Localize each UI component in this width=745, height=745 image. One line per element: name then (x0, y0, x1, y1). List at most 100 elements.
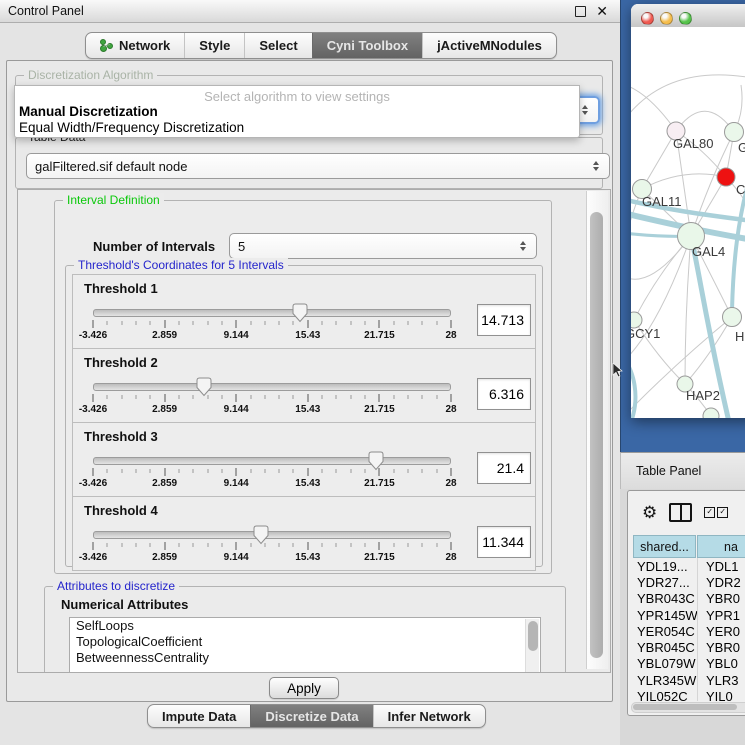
table-row[interactable]: YBL079WYBL0 (633, 656, 745, 672)
cell-name[interactable]: YLR3 (697, 672, 739, 688)
network-edge[interactable] (642, 131, 676, 189)
table-header-row: shared... na (633, 535, 745, 558)
tab-label: Discretize Data (265, 709, 358, 724)
columns-icon[interactable] (669, 503, 692, 522)
table-row[interactable]: YER054CYER0 (633, 623, 745, 639)
network-edge[interactable] (685, 236, 691, 384)
table-row[interactable]: YDR27...YDR2 (633, 574, 745, 590)
table-row[interactable]: YDL19...YDL1 (633, 558, 745, 574)
cell-shared-name[interactable]: YDL19... (633, 559, 697, 574)
cell-name[interactable]: YDL1 (697, 558, 739, 574)
close-icon[interactable]: ✕ (596, 2, 608, 20)
scale-label: -3.426 (79, 552, 107, 563)
threshold-slider[interactable]: -3.4262.8599.14415.4321.71528 (93, 450, 465, 494)
attribute-item-betweennesscentrality[interactable]: BetweennessCentrality (70, 650, 540, 666)
cell-shared-name[interactable]: YBL079W (633, 656, 697, 671)
slider-thumb[interactable] (252, 525, 270, 545)
cell-shared-name[interactable]: YLR345W (633, 673, 697, 688)
threshold-row-threshold-1: Threshold 1-3.4262.8599.14415.4321.71528… (72, 274, 536, 349)
tab-style[interactable]: Style (184, 33, 244, 58)
tab-discretize-data[interactable]: Discretize Data (250, 705, 372, 727)
column-header-name[interactable]: na (697, 535, 745, 558)
tab-impute-data[interactable]: Impute Data (148, 705, 250, 727)
scale-label: 2.859 (152, 552, 177, 563)
settings-vertical-scrollbar[interactable] (586, 191, 608, 669)
attribute-item-topologicalcoefficient[interactable]: TopologicalCoefficient (70, 634, 540, 650)
threshold-value-field[interactable]: 21.4 (477, 452, 531, 484)
attribute-item-selfloops[interactable]: SelfLoops (70, 618, 540, 634)
cell-name[interactable]: YBR0 (697, 639, 740, 655)
table-row[interactable]: YIL052CYIL0 (633, 688, 745, 701)
cell-name[interactable]: YBL0 (697, 656, 738, 672)
cell-shared-name[interactable]: YIL052C (633, 689, 697, 701)
network-canvas[interactable]: GAL80GACGAL11GAL4GCY1HHAP2 (631, 27, 745, 418)
number-of-intervals-combobox[interactable]: 5 (229, 233, 537, 259)
cell-shared-name[interactable]: YER054C (633, 624, 697, 639)
close-traffic-light[interactable] (641, 12, 654, 25)
scale-label: 2.859 (152, 330, 177, 341)
node-label: GAL80 (673, 136, 713, 151)
network-icon (100, 39, 113, 52)
tab-jactivemnodules[interactable]: jActiveMNodules (422, 33, 556, 58)
float-window-icon[interactable] (575, 6, 586, 17)
threshold-value-field[interactable]: 11.344 (477, 526, 531, 558)
threshold-value-field[interactable]: 6.316 (477, 378, 531, 410)
node-label: GAL4 (692, 244, 725, 259)
scrollbar-thumb[interactable] (590, 212, 603, 658)
slider-thumb[interactable] (291, 303, 309, 323)
table-row[interactable]: YBR045CYBR0 (633, 639, 745, 655)
numerical-attributes-list[interactable]: SelfLoopsTopologicalCoefficientBetweenne… (69, 617, 541, 673)
select-columns-icons[interactable]: ✓ ✓ (704, 507, 728, 518)
cyni-mode-tabs: Impute Data Discretize Data Infer Network (147, 704, 486, 728)
table-data-combobox[interactable]: galFiltered.sif default node (26, 153, 610, 179)
network-node-c[interactable] (717, 168, 735, 186)
cell-name[interactable]: YDR2 (697, 574, 741, 590)
network-edge[interactable] (631, 236, 691, 362)
network-node[interactable] (703, 408, 719, 418)
threshold-slider[interactable]: -3.4262.8599.14415.4321.71528 (93, 524, 465, 568)
slider-thumb[interactable] (367, 451, 385, 471)
network-node-ga[interactable] (725, 123, 744, 142)
table-row[interactable]: YLR345WYLR3 (633, 672, 745, 688)
table-row[interactable]: YBR043CYBR0 (633, 591, 745, 607)
tab-infer-network[interactable]: Infer Network (373, 705, 485, 727)
node-label: GAL11 (642, 194, 682, 209)
node-label: C (736, 182, 745, 197)
cell-shared-name[interactable]: YDR27... (633, 575, 697, 590)
tab-network[interactable]: Network (86, 33, 184, 58)
gear-icon[interactable]: ⚙ (642, 504, 657, 521)
table-row[interactable]: YPR145WYPR1 (633, 607, 745, 623)
cell-shared-name[interactable]: YPR145W (633, 608, 697, 623)
zoom-traffic-light[interactable] (679, 12, 692, 25)
slider-track[interactable] (93, 309, 451, 317)
threshold-slider[interactable]: -3.4262.8599.14415.4321.71528 (93, 302, 465, 346)
popup-option-manual-discretization[interactable]: Manual Discretization (19, 104, 575, 120)
cell-name[interactable]: YPR1 (697, 607, 740, 623)
threshold-value-field[interactable]: 14.713 (477, 304, 531, 336)
cell-shared-name[interactable]: YBR043C (633, 591, 697, 606)
cell-name[interactable]: YBR0 (697, 591, 740, 607)
attributes-scrollbar[interactable] (525, 619, 539, 673)
minimize-traffic-light[interactable] (660, 12, 673, 25)
cell-name[interactable]: YER0 (697, 623, 740, 639)
tab-select[interactable]: Select (244, 33, 311, 58)
threshold-slider[interactable]: -3.4262.8599.14415.4321.71528 (93, 376, 465, 420)
network-edge[interactable] (631, 75, 745, 119)
thresholds-list: Threshold 1-3.4262.8599.14415.4321.71528… (72, 275, 536, 571)
threshold-row-threshold-2: Threshold 2-3.4262.8599.14415.4321.71528… (72, 348, 536, 423)
column-header-shared-name[interactable]: shared... (633, 535, 696, 558)
slider-track[interactable] (93, 531, 451, 539)
node-label: GA (738, 140, 745, 155)
apply-button[interactable]: Apply (269, 677, 339, 699)
desktop-background: GAL80GACGAL11GAL4GCY1HHAP2 (620, 0, 745, 452)
network-node-h[interactable] (723, 308, 742, 327)
tab-cyni-toolbox[interactable]: Cyni Toolbox (312, 33, 422, 58)
table-horizontal-scrollbar[interactable] (631, 702, 745, 713)
slider-thumb[interactable] (195, 377, 213, 397)
cell-name[interactable]: YIL0 (697, 688, 733, 701)
attributes-group: Attributes to discretize Numerical Attri… (44, 586, 566, 673)
slider-track[interactable] (93, 457, 451, 465)
popup-option-equal-width-frequency-discretization[interactable]: Equal Width/Frequency Discretization (19, 120, 575, 136)
cell-shared-name[interactable]: YBR045C (633, 640, 697, 655)
slider-track[interactable] (93, 383, 451, 391)
